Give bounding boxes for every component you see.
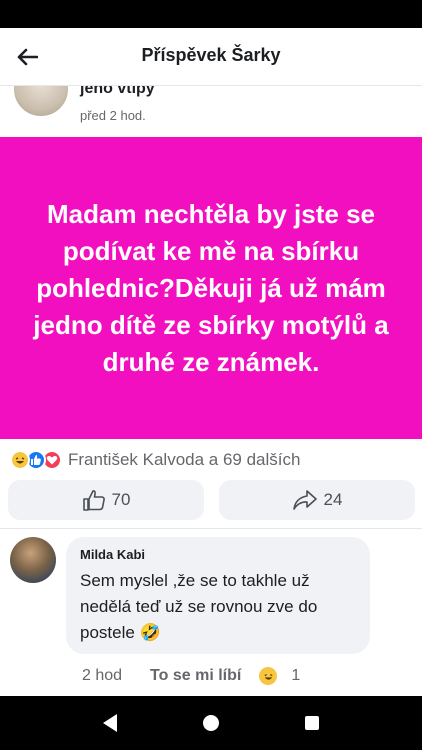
author-avatar[interactable] [12, 86, 70, 118]
commenter-avatar[interactable] [10, 537, 56, 583]
haha-icon [10, 450, 30, 470]
nav-home-button[interactable] [197, 709, 225, 737]
top-bar: Příspěvek Šarky [0, 28, 422, 86]
commenter-name[interactable]: Milda Kabi [80, 547, 356, 562]
post-content: Madam nechtěla by jste se podívat ke mě … [0, 137, 422, 439]
reaction-icons [10, 450, 62, 470]
post-timestamp[interactable]: před 2 hod. [80, 108, 146, 123]
page-title: Příspěvek Šarky [141, 45, 281, 65]
comment-reaction-count[interactable]: 1 [291, 667, 300, 685]
circle-home-icon [203, 715, 219, 731]
comment-like-button[interactable]: To se mi líbí [150, 667, 241, 685]
reactions-summary[interactable]: František Kalvoda a 69 dalších [0, 444, 422, 476]
divider [0, 528, 422, 529]
like-count: 70 [111, 490, 131, 509]
author-name[interactable]: jeho vtipy [80, 86, 155, 98]
triangle-back-icon [103, 714, 117, 732]
haha-icon[interactable] [259, 667, 278, 685]
like-button[interactable]: 70 [8, 480, 204, 520]
share-button[interactable]: 24 [219, 480, 415, 520]
post-text: Madam nechtěla by jste se podívat ke mě … [33, 198, 389, 377]
thumbs-up-icon [82, 490, 105, 511]
post-header: jeho vtipy před 2 hod. [0, 86, 422, 136]
status-bar [0, 0, 422, 28]
nav-back-button[interactable] [96, 709, 124, 737]
share-count: 24 [323, 490, 343, 509]
share-arrow-icon [292, 490, 317, 510]
comment-bubble[interactable]: Milda Kabi Sem myslel ,že se to takhle u… [66, 537, 370, 654]
system-nav-bar [0, 696, 422, 750]
nav-recents-button[interactable] [298, 709, 326, 737]
reactors-label: František Kalvoda a 69 dalších [68, 450, 301, 469]
comment-actions: 2 hod To se mi líbí 1 [82, 664, 300, 688]
square-recents-icon [305, 716, 319, 730]
comment-timestamp: 2 hod [82, 667, 123, 684]
comment-text: Sem myslel ,že se to takhle už nedělá te… [80, 571, 318, 642]
